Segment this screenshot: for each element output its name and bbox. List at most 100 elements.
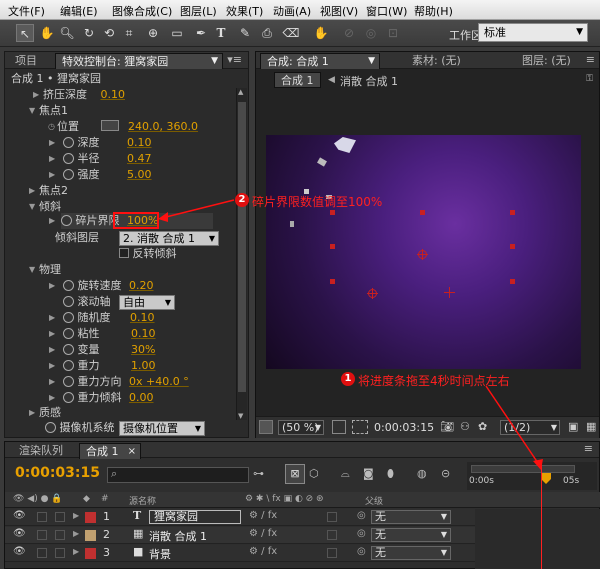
label-color-swatch[interactable] [85,530,96,541]
tab-composition[interactable]: 合成: 合成 1 ▼ [260,53,380,69]
stopwatch-icon[interactable] [63,312,74,323]
pan-tool-icon[interactable]: ⊕ [144,24,162,42]
pen-tool-icon[interactable]: ✒ [192,24,210,42]
selection-tool-icon[interactable]: ↖ [16,24,34,42]
zoom-out-icon[interactable]: ⊝ [441,467,450,480]
stopwatch-icon[interactable] [63,169,74,180]
expand-triangle-icon[interactable]: ▶ [49,374,55,390]
prop-strength[interactable]: ▶ 强度 5.00 [49,167,152,183]
chevron-down-icon[interactable]: ▼ [211,54,218,69]
resolution-select[interactable]: (1/2) ▼ [500,420,560,435]
always-preview-icon[interactable] [259,420,273,434]
stopwatch-icon[interactable] [63,376,74,387]
tab-comp-timeline[interactable]: 合成 1 × [79,443,141,459]
prop-radius[interactable]: ▶ 半径 0.47 [49,151,152,167]
switch-box[interactable] [327,512,337,522]
rotate-tool-icon[interactable]: ↻ [80,24,98,42]
expand-triangle-icon[interactable]: ▶ [49,135,55,151]
layer-name[interactable]: 背景 [149,546,171,562]
prop-randomness[interactable]: ▶ 随机度 0.10 [49,310,155,326]
eye-icon[interactable]: 👁 [13,510,26,521]
view-axis-icon[interactable]: ⊡ [384,24,402,42]
tab-layer[interactable]: 图层: (无) [516,53,577,69]
pan-behind-icon[interactable]: ⌗ [120,24,138,42]
transform-handle[interactable] [330,244,335,249]
transform-handle[interactable] [510,244,515,249]
scrollbar[interactable]: ▲ ▼ [236,88,247,420]
current-time[interactable]: 0:00:03:15 [15,465,100,481]
transform-handle[interactable] [510,210,515,215]
local-axis-icon[interactable]: ⊘ [340,24,358,42]
invert-tilt-checkbox-row[interactable]: 反转倾斜 [119,246,177,262]
puppet-pin-icon[interactable]: ✋ [312,24,330,42]
comp-flowchart-icon[interactable]: ⊶ [253,467,264,480]
brainstorm-icon[interactable]: ⬮ [387,467,394,481]
rectangle-tool-icon[interactable]: ▭ [168,24,186,42]
expand-triangle-icon[interactable]: ▶ [49,310,55,326]
eye-icon[interactable]: 👁 [13,546,26,557]
tab-effect-controls[interactable]: 特效控制台: 狸窝家园 ▼ [55,53,223,69]
expand-triangle-icon[interactable]: ▶ [73,511,79,520]
parent-select[interactable]: 无 ▼ [371,510,451,524]
hand-tool-icon[interactable]: ✋ [38,24,56,42]
transform-handle[interactable] [330,210,335,215]
close-icon[interactable]: × [128,444,136,459]
expand-triangle-icon[interactable]: ▶ [33,87,39,103]
switches-icon[interactable]: ⚙ / fx [249,528,277,539]
chevron-down-icon[interactable]: ▼ [368,54,375,69]
menu-help[interactable]: 帮助(H) [414,3,453,19]
group-focus2[interactable]: ▶ 焦点2 [29,183,68,199]
stopwatch-icon[interactable] [63,280,74,291]
stopwatch-icon[interactable] [63,360,74,371]
time-ruler[interactable]: 0:00s 05s [467,462,597,490]
expand-triangle-icon[interactable]: ▶ [49,342,55,358]
collapse-triangle-icon[interactable]: ▼ [29,199,35,215]
expand-triangle-icon[interactable]: ▶ [49,278,55,294]
prop-tumble-axis[interactable]: 滚动轴 [63,294,111,310]
mass-variance-value[interactable]: 30% [131,343,155,356]
focus-point-icon[interactable] [444,287,455,298]
menu-edit[interactable]: 编辑(E) [60,3,98,19]
workspace-select[interactable]: 标准 ▼ [478,23,588,42]
shy-icon[interactable]: ⬡ [309,467,319,480]
expand-triangle-icon[interactable]: ▶ [73,547,79,556]
squeeze-depth-value[interactable]: 0.10 [101,88,126,101]
solo-toggle[interactable] [37,548,47,558]
lock-icon[interactable]: ⚿ [586,74,593,84]
parent-select[interactable]: 无 ▼ [371,546,451,560]
prop-gravity-tilt[interactable]: ▶ 重力倾斜 0.00 [49,390,154,406]
table-row[interactable]: 👁 ▶ 3 ■ 背景 ⚙ / fx ◎ 无 ▼ [5,545,475,562]
gravity-direction-value[interactable]: 0x +40.0 ° [129,375,189,388]
switches-icon[interactable]: ⚙ / fx [249,546,277,557]
current-time-display[interactable]: 0:00:03:15 [374,421,434,434]
tab-project[interactable]: 项目 [9,53,43,69]
orbit-camera-icon[interactable]: ⟲ [100,24,118,42]
stopwatch-icon[interactable]: ◷ [48,119,55,135]
stopwatch-icon[interactable] [63,328,74,339]
stopwatch-icon[interactable] [45,422,56,433]
parent-pickwhip-icon[interactable]: ◎ [357,546,366,557]
parent-select[interactable]: 无 ▼ [371,528,451,542]
eraser-tool-icon[interactable]: ⌫ [282,24,300,42]
prop-depth[interactable]: ▶ 深度 0.10 [49,135,152,151]
expand-triangle-icon[interactable]: ▶ [49,326,55,342]
camera-system-select[interactable]: 摄像机位置 ▼ [119,421,205,436]
scrollbar-thumb[interactable] [238,102,246,392]
expand-triangle-icon[interactable]: ▶ [73,529,79,538]
parent-header[interactable]: 父级 [365,494,383,507]
playhead-icon[interactable] [541,473,551,484]
anchor-point-icon[interactable] [417,249,428,260]
expand-triangle-icon[interactable]: ▶ [29,183,35,199]
frame-blending-icon[interactable]: ⌓ [341,467,350,481]
prop-viscosity[interactable]: ▶ 粘性 0.10 [49,326,156,342]
expand-triangle-icon[interactable]: ▶ [49,358,55,374]
position-value[interactable]: 240.0, 360.0 [128,120,198,133]
prop-squeeze-depth[interactable]: ▶ 挤压深度 0.10 [33,87,126,103]
tab-footage[interactable]: 素材: (无) [406,53,467,69]
channel-icon[interactable]: ✿ [478,420,487,433]
lock-toggle[interactable] [55,512,65,522]
depth-value[interactable]: 0.10 [127,136,152,149]
parent-pickwhip-icon[interactable]: ◎ [357,510,366,521]
scroll-down-icon[interactable]: ▼ [238,412,243,420]
menu-composition[interactable]: 图像合成(C) [112,3,172,19]
